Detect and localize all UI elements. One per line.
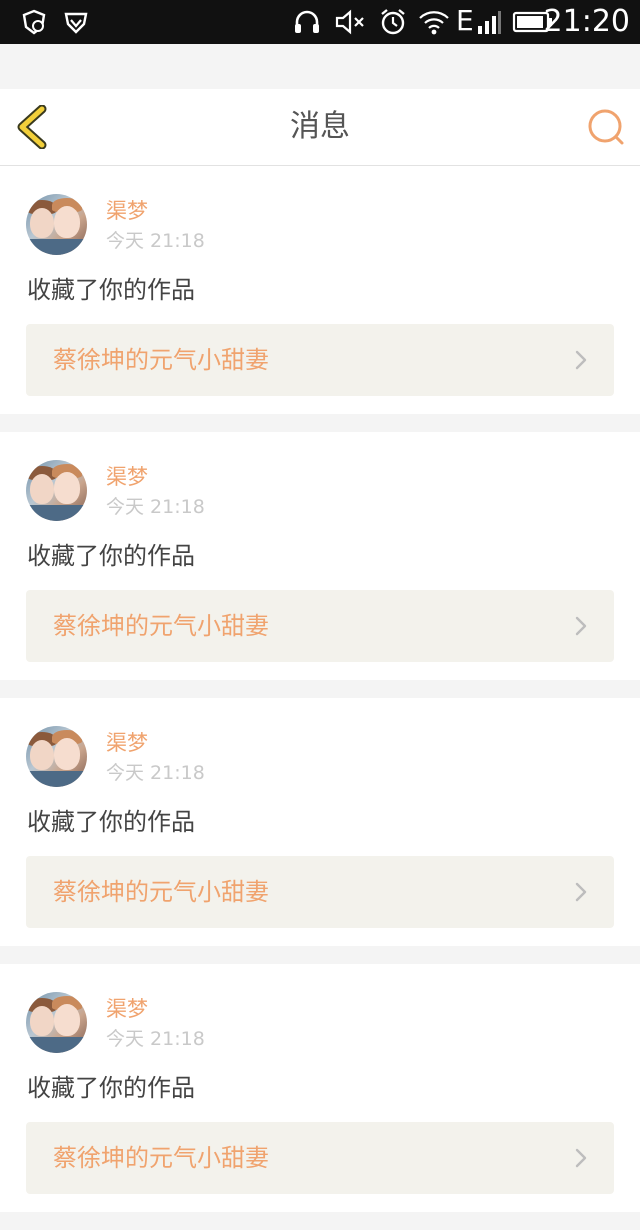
user-name[interactable]: 渠梦	[106, 996, 148, 1022]
header-spacer	[0, 44, 640, 89]
alarm-icon	[378, 8, 408, 40]
message-item: 渠梦 今天 21:18 收藏了你的作品 蔡徐坤的元气小甜妻	[0, 432, 640, 680]
status-time: 21:20	[543, 4, 630, 39]
message-action: 收藏了你的作品	[27, 1074, 195, 1102]
message-action: 收藏了你的作品	[27, 276, 195, 304]
message-item: 渠梦 今天 21:18 收藏了你的作品 蔡徐坤的元气小甜妻	[0, 964, 640, 1212]
volume-muted-icon	[334, 8, 366, 40]
search-icon	[586, 109, 626, 151]
work-title: 蔡徐坤的元气小甜妻	[53, 1144, 269, 1172]
headphones-icon	[292, 8, 322, 40]
work-link[interactable]: 蔡徐坤的元气小甜妻	[26, 324, 614, 396]
chevron-right-icon	[574, 881, 588, 903]
work-link[interactable]: 蔡徐坤的元气小甜妻	[26, 1122, 614, 1194]
message-time: 今天 21:18	[106, 762, 205, 784]
chevron-right-icon	[574, 349, 588, 371]
wifi-icon	[418, 8, 450, 40]
chevron-right-icon	[574, 615, 588, 637]
chevron-right-icon	[574, 1147, 588, 1169]
network-type-label: E	[456, 4, 474, 37]
avatar[interactable]	[26, 460, 87, 521]
user-name[interactable]: 渠梦	[106, 730, 148, 756]
message-item: 渠梦 今天 21:18 收藏了你的作品 蔡徐坤的元气小甜妻	[0, 698, 640, 946]
signal-icon	[476, 8, 502, 40]
message-action: 收藏了你的作品	[27, 542, 195, 570]
work-link[interactable]: 蔡徐坤的元气小甜妻	[26, 590, 614, 662]
message-time: 今天 21:18	[106, 230, 205, 252]
work-link[interactable]: 蔡徐坤的元气小甜妻	[26, 856, 614, 928]
work-title: 蔡徐坤的元气小甜妻	[53, 878, 269, 906]
message-action: 收藏了你的作品	[27, 808, 195, 836]
page-title: 消息	[290, 109, 350, 144]
avatar[interactable]	[26, 992, 87, 1053]
search-button[interactable]	[586, 107, 626, 147]
message-item: 渠梦 今天 21:18 收藏了你的作品 蔡徐坤的元气小甜妻	[0, 166, 640, 414]
user-name[interactable]: 渠梦	[106, 464, 148, 490]
work-title: 蔡徐坤的元气小甜妻	[53, 612, 269, 640]
avatar[interactable]	[26, 194, 87, 255]
user-name[interactable]: 渠梦	[106, 198, 148, 224]
message-time: 今天 21:18	[106, 1028, 205, 1050]
status-bar: E 21:20	[0, 0, 640, 44]
message-time: 今天 21:18	[106, 496, 205, 518]
work-title: 蔡徐坤的元气小甜妻	[53, 346, 269, 374]
shield-badge-icon	[20, 8, 48, 40]
avatar[interactable]	[26, 726, 87, 787]
top-nav-bar: 消息	[0, 89, 640, 166]
message-list: 渠梦 今天 21:18 收藏了你的作品 蔡徐坤的元气小甜妻 渠梦 今天 21:1…	[0, 166, 640, 1230]
shield-check-icon	[62, 8, 90, 40]
